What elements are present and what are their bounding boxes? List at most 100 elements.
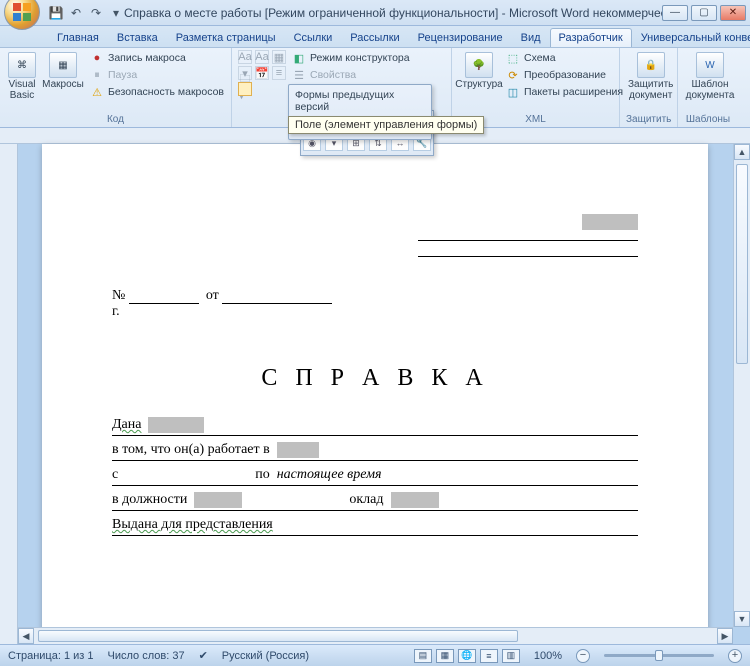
visual-basic-button[interactable]: ⌘ Visual Basic [6, 50, 38, 103]
doc-number-field[interactable] [129, 290, 199, 304]
legacy-popup-title: Формы предыдущих версий [293, 87, 427, 115]
outline-view[interactable]: ≡ [480, 649, 498, 663]
zoom-slider[interactable] [604, 654, 714, 657]
status-language[interactable]: Русский (Россия) [222, 650, 309, 662]
ribbon-group-protect: 🔒 Защитить документ Защитить [620, 48, 678, 127]
protect-document-button[interactable]: 🔒 Защитить документ [626, 50, 675, 103]
doc-date-field[interactable] [222, 290, 332, 304]
zoom-out-button[interactable]: − [576, 649, 590, 663]
web-view[interactable]: 🌐 [458, 649, 476, 663]
pause-recording-button[interactable]: ⏸Пауза [88, 67, 226, 83]
maximize-button[interactable]: ▢ [691, 5, 717, 21]
scroll-right-icon[interactable]: ▶ [717, 628, 733, 644]
tab-view[interactable]: Вид [512, 28, 550, 47]
scroll-up-icon[interactable]: ▲ [734, 144, 750, 160]
properties-button[interactable]: ☰ Свойства [290, 67, 412, 83]
schema-button[interactable]: ⬚Схема [504, 50, 625, 66]
vertical-ruler[interactable] [0, 144, 18, 644]
tab-review[interactable]: Рецензирование [409, 28, 512, 47]
macro-security-button[interactable]: ⚠Безопасность макросов [88, 84, 226, 100]
transform-button[interactable]: ⟳Преобразование [504, 67, 625, 83]
control-pic-icon: ▦ [272, 50, 286, 64]
status-proofing[interactable]: ✔ [199, 649, 208, 662]
save-icon[interactable]: 💾 [48, 5, 64, 21]
text-from: с [112, 467, 118, 482]
scroll-down-icon[interactable]: ▼ [734, 611, 750, 627]
document-viewport: № от г. С П Р А В К А Дана в том, что он… [0, 128, 750, 644]
tab-references[interactable]: Ссылки [285, 28, 342, 47]
form-field-company[interactable] [277, 442, 319, 458]
macros-button[interactable]: ▦ Макросы [42, 50, 84, 92]
statusbar: Страница: 1 из 1 Число слов: 37 ✔ Русски… [0, 644, 750, 666]
expansion-label: Пакеты расширения [524, 86, 623, 98]
office-logo-icon [13, 3, 31, 21]
tab-mailings[interactable]: Рассылки [341, 28, 408, 47]
form-field-org[interactable] [582, 214, 638, 230]
legacy-tools-button[interactable]: 🗀▾ [238, 82, 252, 96]
record-icon: ● [90, 51, 104, 65]
close-button[interactable]: ✕ [720, 5, 746, 21]
v-scroll-thumb[interactable] [736, 164, 748, 364]
qat-customize-icon[interactable]: ▾ [108, 5, 124, 21]
undo-icon[interactable]: ↶ [68, 5, 84, 21]
form-field-salary[interactable] [391, 492, 439, 508]
quick-access-toolbar: 💾 ↶ ↷ ▾ [48, 5, 124, 21]
form-field-name[interactable] [148, 417, 204, 433]
record-macro-button[interactable]: ● Запись макроса [88, 50, 226, 66]
fullscreen-view[interactable]: ▦ [436, 649, 454, 663]
ribbon: ⌘ Visual Basic ▦ Макросы ● Запись макроса… [0, 48, 750, 128]
horizontal-scrollbar[interactable]: ◀ ▶ [18, 627, 733, 644]
vertical-scrollbar[interactable]: ▲ ▼ [733, 144, 750, 627]
structure-button[interactable]: 🌳 Структура [458, 50, 500, 92]
template-button[interactable]: W Шаблон документа [684, 50, 736, 103]
document-page[interactable]: № от г. С П Р А В К А Дана в том, что он… [42, 144, 708, 644]
zoom-thumb[interactable] [655, 650, 663, 661]
group-label-code: Код [6, 113, 225, 127]
text-to: по [255, 467, 270, 482]
draft-view[interactable]: ▥ [502, 649, 520, 663]
titlebar: 💾 ↶ ↷ ▾ Справка о месте работы [Режим ог… [0, 0, 750, 26]
window-title: Справка о месте работы [Режим ограниченн… [124, 6, 662, 20]
control-aa-icon: Aa [238, 50, 252, 64]
header-line-1 [418, 240, 638, 241]
record-macro-label: Запись макроса [108, 52, 186, 64]
doc-from-label: от [206, 288, 219, 303]
properties-icon: ☰ [292, 68, 306, 82]
status-page[interactable]: Страница: 1 из 1 [8, 650, 94, 662]
document-title: С П Р А В К А [112, 365, 638, 392]
ribbon-group-code: ⌘ Visual Basic ▦ Макросы ● Запись макроса… [0, 48, 232, 127]
minimize-button[interactable]: — [662, 5, 688, 21]
tab-pagelayout[interactable]: Разметка страницы [167, 28, 285, 47]
pause-icon: ⏸ [90, 68, 104, 82]
field-date-from[interactable] [122, 471, 252, 485]
doc-number-label: № [112, 288, 125, 303]
tab-developer[interactable]: Разработчик [550, 28, 632, 47]
vb-icon: ⌘ [8, 52, 36, 78]
print-layout-view[interactable]: ▤ [414, 649, 432, 663]
form-field-position[interactable] [194, 492, 242, 508]
warning-icon: ⚠ [90, 85, 104, 99]
proofing-icon: ✔ [199, 649, 208, 662]
h-scroll-thumb[interactable] [38, 630, 518, 642]
redo-icon[interactable]: ↷ [88, 5, 104, 21]
control-date-icon: 📅 [255, 66, 269, 80]
text-given: Дана [112, 417, 141, 432]
window-controls: — ▢ ✕ [662, 5, 746, 21]
view-buttons: ▤ ▦ 🌐 ≡ ▥ [414, 649, 520, 663]
design-mode-button[interactable]: ◧Режим конструктора [290, 50, 412, 66]
structure-label: Структура [455, 79, 502, 90]
tab-udc[interactable]: Универсальный конвертер документов [632, 28, 750, 47]
tab-insert[interactable]: Вставка [108, 28, 167, 47]
status-words[interactable]: Число слов: 37 [108, 650, 185, 662]
status-zoom-value[interactable]: 100% [534, 650, 562, 662]
zoom-in-button[interactable]: + [728, 649, 742, 663]
properties-label: Свойства [310, 69, 356, 81]
text-position: в должности [112, 492, 187, 507]
expansion-button[interactable]: ◫ Пакеты расширения [504, 84, 625, 100]
expansion-icon: ◫ [506, 85, 520, 99]
control-list-icon: ≡ [272, 66, 286, 80]
design-icon: ◧ [292, 51, 306, 65]
tab-home[interactable]: Главная [48, 28, 108, 47]
scroll-left-icon[interactable]: ◀ [18, 628, 34, 644]
tooltip: Поле (элемент управления формы) [288, 116, 484, 134]
